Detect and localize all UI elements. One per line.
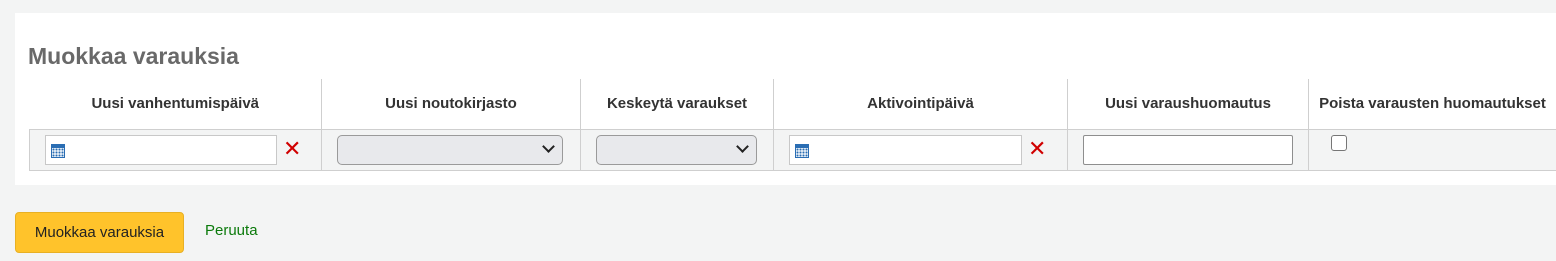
cell-expiration-date: ✕ [29, 129, 322, 171]
calendar-icon[interactable] [795, 144, 809, 158]
edit-holds-panel: Muokkaa varauksia Uusi vanhentumispäivä … [15, 13, 1556, 185]
activation-date-wrapper: ✕ [789, 135, 1052, 165]
cell-pickup-library [321, 129, 581, 171]
cell-new-hold-note [1067, 129, 1309, 171]
header-remove-hold-notes: Poista varausten huomautukset [1308, 79, 1556, 130]
submit-edit-holds-button[interactable]: Muokkaa varauksia [15, 212, 184, 253]
header-new-hold-note: Uusi varaushuomautus [1067, 79, 1309, 130]
chevron-down-icon [736, 140, 749, 153]
panel-title: Muokkaa varauksia [28, 43, 239, 69]
calendar-icon[interactable] [51, 144, 65, 158]
new-hold-note-input[interactable] [1083, 135, 1293, 165]
expiration-date-input[interactable] [45, 135, 277, 165]
pickup-library-select[interactable] [337, 135, 563, 165]
table-header-row: Uusi vanhentumispäivä Uusi noutokirjasto… [29, 79, 1556, 130]
edit-holds-table: Uusi vanhentumispäivä Uusi noutokirjasto… [29, 79, 1556, 171]
cell-activation-date: ✕ [773, 129, 1068, 171]
chevron-down-icon [542, 140, 555, 153]
cell-suspend-holds [580, 129, 774, 171]
header-new-expiration-date: Uusi vanhentumispäivä [29, 79, 322, 130]
remove-hold-notes-checkbox[interactable] [1331, 135, 1347, 151]
header-suspend-holds: Keskeytä varaukset [580, 79, 774, 130]
activation-date-input[interactable] [789, 135, 1022, 165]
clear-activation-date-icon[interactable]: ✕ [1028, 139, 1046, 161]
suspend-holds-select[interactable] [596, 135, 757, 165]
expiration-date-wrapper: ✕ [45, 135, 306, 165]
header-new-pickup-library: Uusi noutokirjasto [321, 79, 581, 130]
clear-expiration-date-icon[interactable]: ✕ [283, 139, 301, 161]
table-row: ✕ ✕ [29, 129, 1556, 171]
cancel-link[interactable]: Peruuta [205, 222, 258, 239]
cell-remove-hold-notes [1308, 129, 1556, 171]
header-activation-date: Aktivointipäivä [773, 79, 1068, 130]
